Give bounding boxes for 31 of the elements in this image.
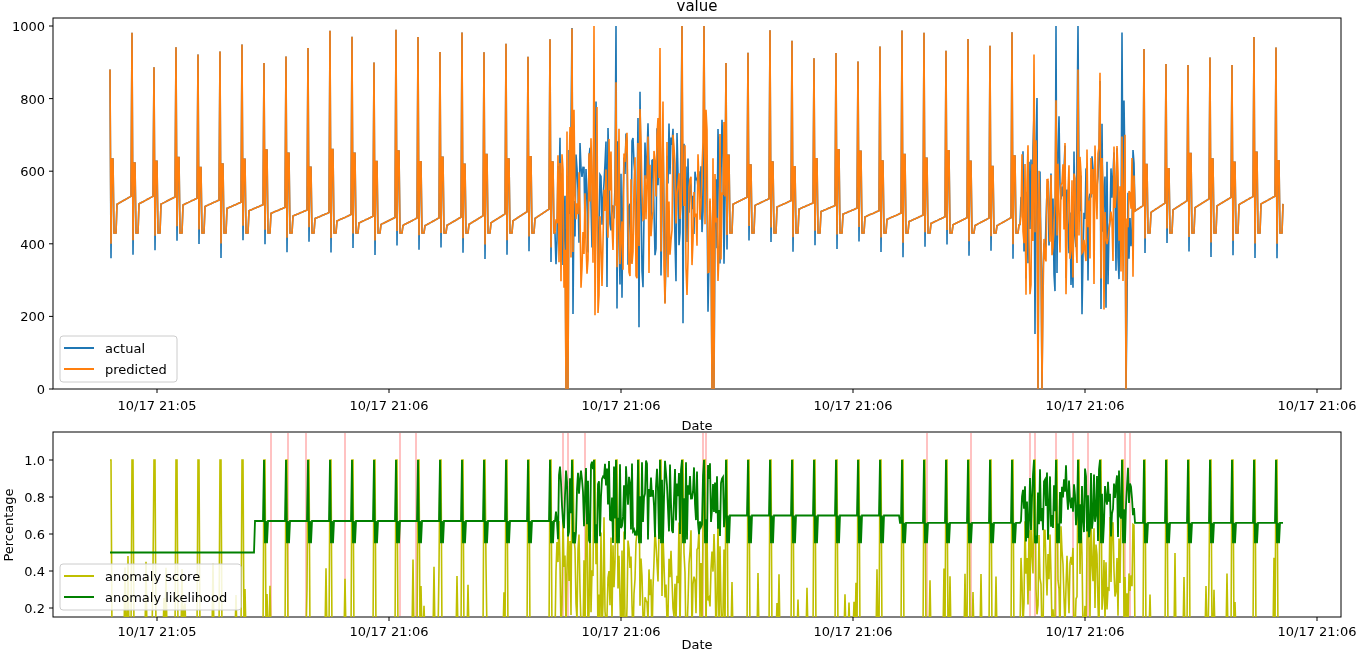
chart-title: value: [676, 0, 718, 15]
y-tick-label: 0.2: [24, 601, 45, 616]
x-axis-label: Date: [681, 418, 713, 433]
y-tick-label: 800: [20, 91, 45, 107]
y-tick-label: 600: [20, 164, 45, 180]
x-tick-label: 10/17 21:06: [581, 624, 661, 639]
legend-label: predicted: [105, 362, 167, 377]
x-tick-label: 10/17 21:06: [349, 398, 429, 413]
legend-label: actual: [105, 341, 146, 356]
y-tick-label: 400: [20, 236, 45, 252]
x-tick-label: 10/17 21:06: [813, 398, 893, 413]
y-tick-label: 1000: [11, 19, 45, 34]
y-tick-label: 0.6: [24, 527, 45, 542]
y-tick-label: 200: [20, 309, 45, 325]
y-axis-label: Percentage: [1, 488, 16, 562]
x-tick-label: 10/17 21:06: [349, 624, 429, 639]
x-axis-label: Date: [681, 637, 713, 650]
y-tick-label: 1.0: [24, 453, 45, 468]
legend-label: anomaly likelihood: [105, 590, 228, 605]
x-tick-label: 10/17 21:06: [813, 624, 893, 639]
y-tick-label: 0.8: [24, 490, 45, 505]
x-tick-label: 10/17 21:05: [117, 398, 197, 413]
y-tick-label: 0: [36, 382, 45, 397]
x-tick-label: 10/17 21:06: [581, 398, 661, 413]
legend-label: anomaly score: [105, 569, 201, 584]
x-tick-label: 10/17 21:06: [1277, 398, 1357, 413]
x-tick-label: 10/17 21:05: [117, 624, 197, 639]
y-tick-label: 0.4: [24, 564, 45, 579]
x-tick-label: 10/17 21:06: [1045, 624, 1125, 639]
x-tick-label: 10/17 21:06: [1277, 624, 1357, 639]
x-tick-label: 10/17 21:06: [1045, 398, 1125, 413]
